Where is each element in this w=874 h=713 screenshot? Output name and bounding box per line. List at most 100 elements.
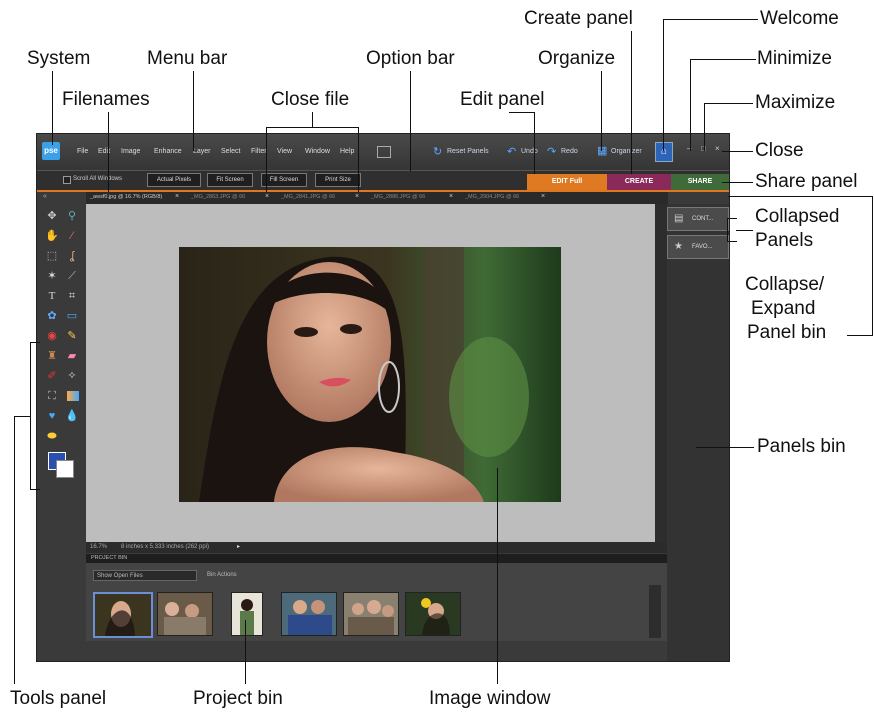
thumbnail-6[interactable]	[405, 592, 461, 636]
project-bin-scrollbar[interactable]	[649, 585, 661, 638]
welcome-home-icon[interactable]: ⌂	[655, 142, 673, 162]
leader-line	[872, 196, 873, 336]
brush-tool-icon[interactable]: ✐	[44, 368, 60, 384]
background-color-swatch[interactable]	[56, 460, 74, 478]
callout-tools-panel: Tools panel	[10, 688, 107, 709]
edit-panel-tab[interactable]: EDIT Full	[527, 174, 607, 190]
shape-tool-icon[interactable]: ♥	[44, 408, 60, 424]
close-file-icon-4[interactable]: ×	[449, 193, 453, 200]
reset-panels-icon[interactable]: ↻	[433, 145, 442, 158]
close-icon[interactable]: ×	[715, 144, 723, 154]
move-tool-icon[interactable]: ✥	[44, 208, 60, 224]
callout-panels-bin: Panels bin	[757, 436, 846, 457]
menu-filter[interactable]: Filter	[251, 148, 267, 155]
eyedropper-tool-icon[interactable]: ⁄	[64, 228, 80, 244]
clone-stamp-tool-icon[interactable]: ♜	[44, 348, 60, 364]
menu-layer[interactable]: Layer	[193, 148, 211, 155]
leader-line	[728, 196, 873, 197]
leader-line	[30, 489, 40, 490]
menu-file[interactable]: File	[77, 148, 88, 155]
actual-pixels-button[interactable]: Actual Pixels	[147, 173, 201, 187]
undo-icon[interactable]: ↶	[507, 145, 516, 158]
thumbnail-image	[344, 593, 398, 635]
reset-panels-label[interactable]: Reset Panels	[447, 148, 489, 155]
organizer-label[interactable]: Organizer	[611, 148, 642, 155]
close-file-icon-3[interactable]: ×	[355, 193, 359, 200]
file-tab-2[interactable]: _MG_2863.JPG @ 66	[191, 194, 245, 200]
callout-minimize: Minimize	[757, 48, 832, 69]
fit-screen-button[interactable]: Fit Screen	[207, 173, 253, 187]
leader-line	[601, 71, 602, 151]
menu-view[interactable]: View	[277, 148, 292, 155]
callout-share-panel: Share panel	[755, 171, 858, 192]
content-panel-icon: ▤	[674, 213, 684, 224]
cookie-cutter-tool-icon[interactable]: ✿	[44, 308, 60, 324]
hand-tool-icon[interactable]: ✋	[44, 228, 60, 244]
system-logo[interactable]: pse	[42, 142, 60, 160]
file-tab-4[interactable]: _MG_2886.JPG @ 66	[371, 194, 425, 200]
quick-selection-tool-icon[interactable]: ⟋	[64, 268, 80, 284]
thumbnail-4[interactable]	[281, 592, 337, 636]
marquee-tool-icon[interactable]: ⬚	[44, 248, 60, 264]
scroll-all-checkbox[interactable]	[63, 176, 71, 184]
organizer-icon[interactable]: ▦	[597, 144, 607, 157]
file-tab-5[interactable]: _MG_2904.JPG @ 66	[465, 194, 519, 200]
status-menu-icon[interactable]: ▸	[237, 543, 240, 550]
collapsed-panel-content[interactable]: ▤ CONT...	[667, 207, 729, 231]
portrait-image	[179, 247, 561, 502]
sponge-tool-icon[interactable]: ⬬	[44, 428, 60, 444]
callout-option-bar: Option bar	[366, 48, 455, 69]
redo-label[interactable]: Redo	[561, 148, 578, 155]
straighten-tool-icon[interactable]: ▭	[64, 308, 80, 324]
menu-select[interactable]: Select	[221, 148, 240, 155]
callout-filenames: Filenames	[62, 89, 150, 110]
leader-line	[631, 31, 632, 174]
paint-bucket-tool-icon[interactable]: ⛶	[44, 388, 60, 404]
redo-icon[interactable]: ↷	[547, 145, 556, 158]
thumbnail-5[interactable]	[343, 592, 399, 636]
red-eye-tool-icon[interactable]: ◉	[44, 328, 60, 344]
thumbnail-image	[95, 594, 151, 636]
close-file-icon-5[interactable]: ×	[541, 193, 545, 200]
menu-image[interactable]: Image	[121, 148, 140, 155]
collapsed-panel-favorites[interactable]: ★ FAVO...	[667, 235, 729, 259]
eraser-tool-icon[interactable]: ▰	[64, 348, 80, 364]
tools-panel: ✥ ⚲ ✋ ⁄ ⬚ ʆ ✶ ⟋ T ⌗ ✿ ▭ ◉ ✎ ♜ ▰ ✐ ✧ ⛶ ♥ …	[42, 206, 85, 487]
crop-tool-icon[interactable]: ⌗	[64, 288, 80, 304]
leader-line	[52, 71, 53, 145]
file-tab-1[interactable]: _awsf0.jpg @ 16.7% (RGB/8)	[90, 194, 162, 200]
collapse-tools-icon[interactable]: «	[43, 193, 47, 200]
type-tool-icon[interactable]: T	[44, 288, 60, 304]
close-file-icon-1[interactable]: ×	[175, 193, 179, 200]
share-panel-tab[interactable]: SHARE	[671, 174, 729, 190]
arrange-icon[interactable]	[377, 146, 391, 158]
collapsed-panel-label: FAVO...	[692, 244, 713, 250]
blur-tool-icon[interactable]: 💧	[64, 408, 80, 424]
healing-brush-tool-icon[interactable]: ✎	[64, 328, 80, 344]
menu-window[interactable]: Window	[305, 148, 330, 155]
thumbnail-2[interactable]	[157, 592, 213, 636]
menu-enhance[interactable]: Enhance	[154, 148, 182, 155]
leader-line	[509, 112, 535, 113]
create-panel-tab[interactable]: CREATE	[607, 174, 671, 190]
lasso-tool-icon[interactable]: ʆ	[64, 248, 80, 264]
smart-brush-tool-icon[interactable]: ✧	[64, 368, 80, 384]
maximize-icon[interactable]: □	[701, 144, 709, 154]
fill-screen-button[interactable]: Fill Screen	[261, 173, 307, 187]
show-open-files-select[interactable]: Show Open Files	[93, 570, 197, 581]
close-file-icon-2[interactable]: ×	[265, 193, 269, 200]
bin-actions-menu[interactable]: Bin Actions	[207, 572, 237, 578]
vertical-scrollbar[interactable]	[655, 204, 667, 542]
zoom-tool-icon[interactable]: ⚲	[64, 208, 80, 224]
file-tab-3[interactable]: _MG_2841.JPG @ 66	[281, 194, 335, 200]
print-size-button[interactable]: Print Size	[315, 173, 361, 187]
minimize-icon[interactable]: –	[687, 144, 695, 154]
magic-wand-tool-icon[interactable]: ✶	[44, 268, 60, 284]
gradient-tool-icon[interactable]	[67, 391, 79, 401]
thumbnail-image	[232, 593, 262, 635]
menu-help[interactable]: Help	[340, 148, 354, 155]
undo-label[interactable]: Undo	[521, 148, 538, 155]
thumbnail-1[interactable]	[93, 592, 153, 638]
thumbnail-3[interactable]	[231, 592, 263, 636]
callout-welcome: Welcome	[760, 8, 839, 29]
